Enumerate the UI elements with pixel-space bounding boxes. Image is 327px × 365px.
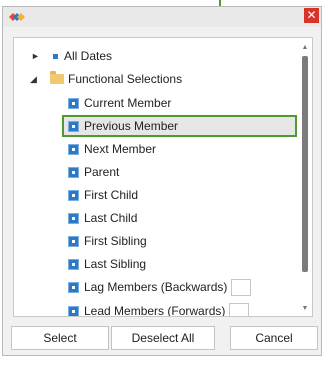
tree-item-previous-member[interactable]: Previous Member — [68, 117, 178, 135]
collapse-arrow-icon[interactable]: ◢ — [30, 74, 37, 85]
member-selector-dialog: ✕ ► All Dates ◢ Functional Selections Cu… — [2, 6, 322, 356]
scroll-up-icon[interactable]: ▲ — [300, 44, 310, 51]
scroll-thumb[interactable] — [302, 56, 308, 272]
tree-item-first-child[interactable]: First Child — [68, 186, 138, 204]
tree-item-last-sibling[interactable]: Last Sibling — [68, 255, 146, 273]
tree-item-lead-members[interactable]: Lead Members (Forwards) — [68, 302, 250, 317]
tree-item-last-child[interactable]: Last Child — [68, 209, 137, 227]
scroll-down-icon[interactable]: ▼ — [300, 305, 310, 312]
tree-item-label: First Child — [84, 188, 139, 202]
lag-count-input[interactable] — [231, 278, 252, 296]
title-bar: ✕ — [3, 7, 321, 27]
member-function-icon — [68, 143, 79, 155]
cancel-button[interactable]: Cancel — [230, 326, 318, 350]
vertical-scrollbar[interactable]: ▲ ▼ — [300, 44, 310, 312]
tree-item-lag-members[interactable]: Lag Members (Backwards) — [68, 278, 252, 296]
tree-item-label: Current Member — [84, 96, 172, 110]
tree-item-label: Next Member — [84, 142, 157, 156]
member-function-icon — [68, 120, 79, 132]
deselect-all-button[interactable]: Deselect All — [111, 326, 215, 350]
expand-arrow-icon[interactable]: ► — [31, 51, 40, 61]
tree-item-all-dates-label-row[interactable]: All Dates — [53, 47, 112, 65]
tree-item-label: Last Sibling — [84, 257, 147, 271]
close-button[interactable]: ✕ — [304, 8, 319, 23]
tree-item-first-sibling[interactable]: First Sibling — [68, 232, 147, 250]
select-button[interactable]: Select — [11, 326, 109, 350]
tree-item-label: Parent — [84, 165, 120, 179]
tree-item-label: Lag Members (Backwards) — [84, 280, 228, 294]
member-function-icon — [68, 212, 79, 224]
member-function-icon — [68, 281, 79, 293]
member-tree: ► All Dates ◢ Functional Selections Curr… — [13, 37, 313, 317]
tree-item-parent[interactable]: Parent — [68, 163, 119, 181]
folder-icon — [50, 71, 64, 84]
member-function-icon — [68, 305, 79, 316]
tree-item-label: First Sibling — [84, 234, 147, 248]
dimension-icon — [53, 53, 58, 59]
tree-item-current-member[interactable]: Current Member — [68, 94, 171, 112]
tree-item-label: Previous Member — [84, 119, 179, 133]
tree-item-label: Functional Selections — [68, 72, 183, 86]
lead-count-input[interactable] — [229, 302, 250, 316]
app-logo-icon — [9, 11, 25, 25]
member-function-icon — [68, 166, 79, 178]
tree-item-functional-selections[interactable]: Functional Selections — [50, 70, 182, 88]
member-function-icon — [68, 97, 79, 109]
member-function-icon — [68, 235, 79, 247]
tree-item-label: Last Child — [84, 211, 138, 225]
member-function-icon — [68, 189, 79, 201]
tree-item-label: All Dates — [64, 49, 113, 63]
member-function-icon — [68, 258, 79, 270]
tree-item-label: Lead Members (Forwards) — [84, 304, 226, 317]
tree-item-next-member[interactable]: Next Member — [68, 140, 156, 158]
